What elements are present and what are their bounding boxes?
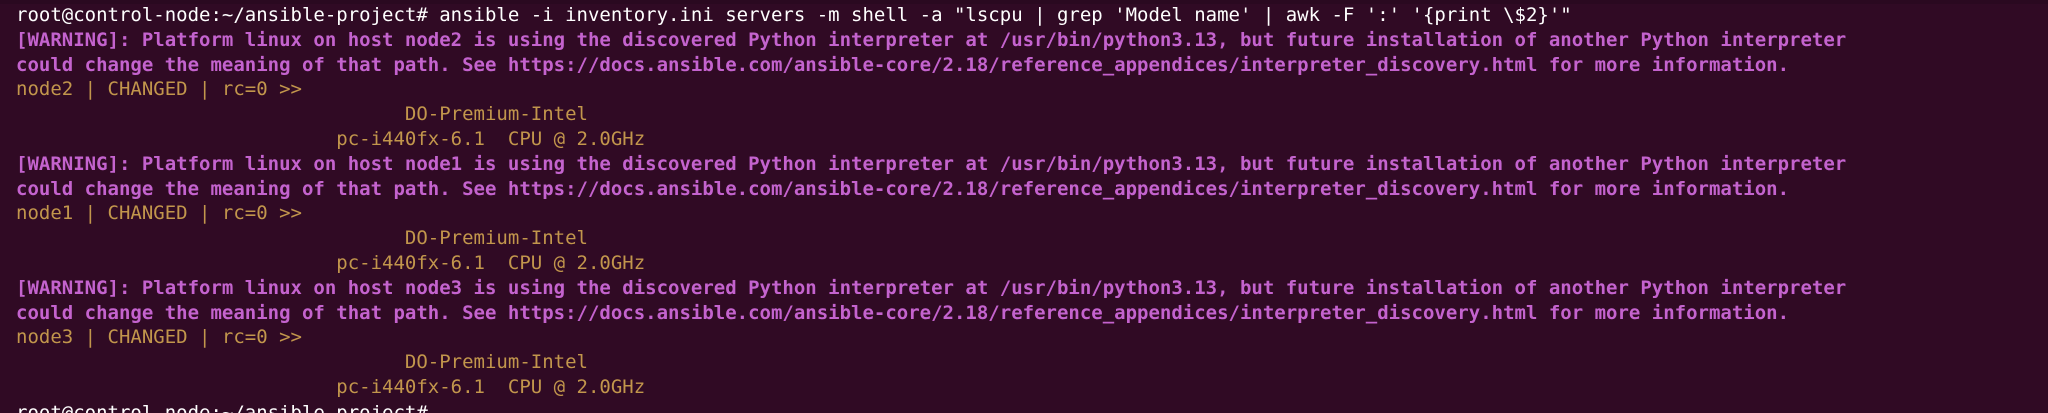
warning-line: [WARNING]: Platform linux on host node3 … [16, 276, 1847, 299]
host-status-line: node2 | CHANGED | rc=0 >> [16, 78, 302, 101]
command-output-line: DO-Premium-Intel [16, 351, 588, 374]
terminal-output: root@control-node:~/ansible-project# ans… [16, 3, 2040, 400]
next-prompt: root@control-node:~/ansible-project# [16, 402, 428, 413]
command-output-line: pc-i440fx-6.1 CPU @ 2.0GHz [16, 251, 646, 274]
command-output-line: DO-Premium-Intel [16, 227, 588, 250]
command-output-line: pc-i440fx-6.1 CPU @ 2.0GHz [16, 127, 646, 150]
command-output-line: pc-i440fx-6.1 CPU @ 2.0GHz [16, 375, 646, 398]
host-status-line: node3 | CHANGED | rc=0 >> [16, 326, 302, 349]
warning-line: [WARNING]: Platform linux on host node2 … [16, 28, 1847, 51]
warning-line: [WARNING]: Platform linux on host node1 … [16, 152, 1847, 175]
warning-line: could change the meaning of that path. S… [16, 177, 1790, 200]
warning-line: could change the meaning of that path. S… [16, 301, 1790, 324]
host-status-line: node1 | CHANGED | rc=0 >> [16, 202, 302, 225]
warning-line: could change the meaning of that path. S… [16, 53, 1790, 76]
terminal-window[interactable]: root@control-node:~/ansible-project# ans… [0, 0, 2048, 413]
command-line: root@control-node:~/ansible-project# ans… [16, 4, 1572, 26]
command-output-line: DO-Premium-Intel [16, 103, 588, 126]
